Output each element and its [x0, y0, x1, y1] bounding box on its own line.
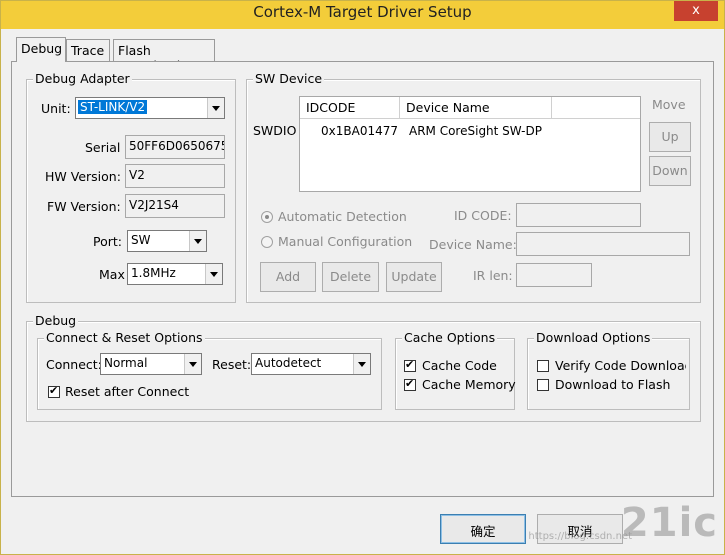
port-value: SW	[131, 233, 151, 247]
tab-trace[interactable]: Trace	[66, 39, 110, 61]
cache-options-title: Cache Options	[402, 330, 498, 345]
download-to-flash-checkbox[interactable]	[537, 379, 549, 391]
move-label: Move	[652, 97, 686, 112]
hw-version-label: HW Version:	[45, 169, 121, 184]
chevron-down-icon[interactable]	[207, 98, 224, 118]
move-down-button[interactable]: Down	[649, 156, 691, 186]
title-bar: Cortex-M Target Driver Setup x	[1, 1, 724, 29]
cache-memory-checkbox[interactable]	[404, 377, 416, 391]
add-button[interactable]: Add	[260, 262, 316, 292]
connect-select[interactable]: Normal	[100, 353, 202, 375]
max-clock-select[interactable]: 1.8MHz	[127, 263, 223, 285]
connect-reset-title: Connect & Reset Options	[44, 330, 205, 345]
reset-label: Reset:	[212, 357, 252, 372]
cache-code-checkbox[interactable]	[404, 358, 416, 372]
chevron-down-icon[interactable]	[205, 264, 222, 284]
reset-after-connect-checkbox[interactable]	[48, 384, 60, 398]
debug-group-title: Debug	[33, 313, 79, 328]
move-up-button[interactable]: Up	[649, 122, 691, 152]
dialog-window: Cortex-M Target Driver Setup x Debug Tra…	[0, 0, 725, 555]
sw-device-title: SW Device	[253, 71, 325, 86]
reset-after-connect-label: Reset after Connect	[65, 384, 190, 399]
reset-select[interactable]: Autodetect	[251, 353, 371, 375]
max-clock-value: 1.8MHz	[131, 266, 176, 280]
tab-debug[interactable]: Debug	[16, 37, 66, 62]
chevron-down-icon[interactable]	[184, 354, 201, 374]
ok-button[interactable]: 确定	[440, 514, 526, 544]
sw-device-table: IDCODE Device Name 0x1BA01477 ARM CoreSi…	[299, 96, 641, 192]
manual-configuration-label: Manual Configuration	[278, 234, 413, 249]
delete-button[interactable]: Delete	[322, 262, 379, 292]
serial-field: 50FF6D0650675	[125, 135, 225, 159]
automatic-detection-radio[interactable]	[261, 211, 273, 223]
hw-version-field: V2	[125, 164, 225, 188]
fw-version-label: FW Version:	[47, 199, 121, 214]
id-code-field[interactable]	[516, 203, 641, 227]
column-header-empty	[552, 97, 640, 119]
device-name-field[interactable]	[516, 232, 690, 256]
close-button[interactable]: x	[674, 1, 718, 21]
download-to-flash-label: Download to Flash	[555, 377, 671, 392]
debug-adapter-title: Debug Adapter	[33, 71, 132, 86]
unit-value: ST-LINK/V2	[78, 100, 148, 114]
fw-version-field: V2J21S4	[125, 194, 225, 218]
swdio-label: SWDIO	[253, 123, 297, 138]
download-options-group: Download Options	[527, 330, 690, 410]
chevron-down-icon[interactable]	[353, 354, 370, 374]
max-clock-label: Max	[99, 267, 125, 282]
row-device-name[interactable]: ARM CoreSight SW-DP	[409, 124, 542, 138]
chevron-down-icon[interactable]	[189, 231, 206, 251]
download-options-title: Download Options	[534, 330, 653, 345]
verify-code-download-checkbox[interactable]	[537, 360, 549, 372]
id-code-label: ID CODE:	[454, 208, 512, 223]
watermark-url: https://blog.csdn.net	[528, 531, 632, 542]
cache-options-group: Cache Options	[395, 330, 515, 410]
serial-label: Serial	[85, 140, 121, 155]
row-idcode[interactable]: 0x1BA01477	[321, 124, 398, 138]
window-title: Cortex-M Target Driver Setup	[253, 3, 472, 21]
manual-configuration-radio[interactable]	[261, 236, 273, 248]
connect-label: Connect:	[46, 357, 102, 372]
device-name-label: Device Name:	[429, 237, 517, 252]
ir-len-label: IR len:	[473, 268, 513, 283]
port-label: Port:	[93, 234, 122, 249]
column-header-device-name[interactable]: Device Name	[400, 97, 552, 119]
unit-label: Unit:	[41, 101, 71, 116]
cache-code-label: Cache Code	[422, 358, 497, 373]
ir-len-field[interactable]	[516, 263, 592, 287]
watermark-logo: 21ic	[620, 500, 718, 546]
tab-flash-download[interactable]: Flash Download	[113, 39, 215, 73]
column-header-idcode[interactable]: IDCODE	[300, 97, 400, 119]
port-select[interactable]: SW	[127, 230, 207, 252]
update-button[interactable]: Update	[386, 262, 442, 292]
reset-value: Autodetect	[255, 356, 322, 370]
automatic-detection-label: Automatic Detection	[278, 209, 407, 224]
verify-code-download-label: Verify Code Download	[555, 358, 686, 373]
unit-select[interactable]: ST-LINK/V2	[75, 97, 225, 119]
cache-memory-label: Cache Memory	[422, 377, 516, 392]
connect-value: Normal	[104, 356, 148, 370]
